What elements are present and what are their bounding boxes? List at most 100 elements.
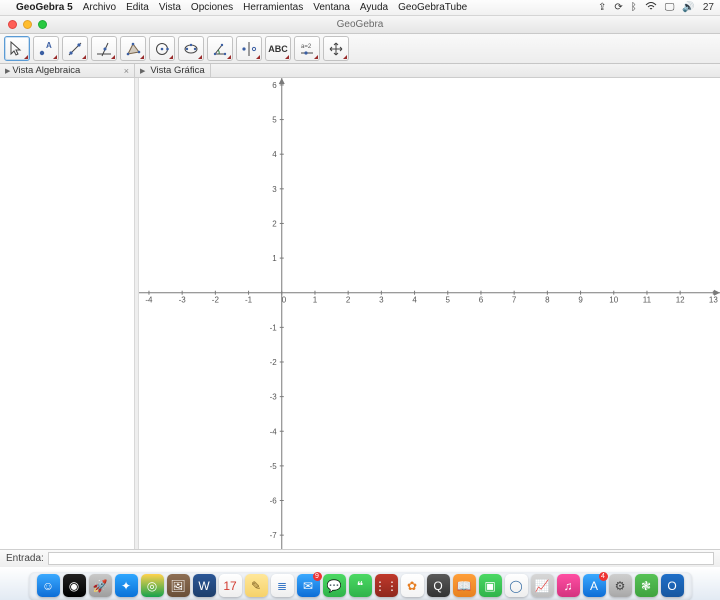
dock-preview[interactable]: 🖼 [167, 574, 190, 597]
dock-activity[interactable]: 📈 [531, 574, 554, 597]
display-icon[interactable]: 🖵 [665, 2, 675, 13]
svg-text:-3: -3 [179, 296, 187, 305]
svg-text:6: 6 [479, 296, 484, 305]
dock-wechat[interactable]: ❝ [349, 574, 372, 597]
dock-finder[interactable]: ☺ [37, 574, 60, 597]
svg-text:1: 1 [272, 254, 277, 263]
line-tool[interactable] [62, 36, 88, 61]
geogebra-toolbar: A ABC a=2 [0, 34, 720, 64]
reflect-tool[interactable] [236, 36, 262, 61]
dock-evernote[interactable]: ❃ [635, 574, 658, 597]
menu-ventana[interactable]: Ventana [313, 2, 350, 13]
svg-text:1: 1 [313, 296, 318, 305]
svg-text:2: 2 [272, 219, 277, 228]
dock-appstore[interactable]: A [583, 574, 606, 597]
svg-text:a=2: a=2 [301, 44, 312, 50]
svg-text:3: 3 [379, 296, 384, 305]
text-tool[interactable]: ABC [265, 36, 291, 61]
polygon-tool[interactable] [120, 36, 146, 61]
slider-tool[interactable]: a=2 [294, 36, 320, 61]
svg-text:-6: -6 [270, 497, 278, 506]
svg-text:-3: -3 [270, 393, 278, 402]
svg-text:-2: -2 [270, 358, 278, 367]
svg-text:0: 0 [282, 296, 287, 305]
svg-text:8: 8 [545, 296, 550, 305]
dock-calendar[interactable]: 17 [219, 574, 242, 597]
dock-tiles[interactable]: ⋮⋮ [375, 574, 398, 597]
dock-mail[interactable]: ✉ [297, 574, 320, 597]
dock-photos[interactable]: ✿ [401, 574, 424, 597]
app-name[interactable]: GeoGebra 5 [16, 2, 73, 13]
svg-text:-1: -1 [245, 296, 253, 305]
dock-launchpad[interactable]: 🚀 [89, 574, 112, 597]
svg-text:-1: -1 [270, 323, 278, 332]
move-tool[interactable] [4, 36, 30, 61]
svg-text:2: 2 [346, 296, 351, 305]
svg-text:-7: -7 [270, 531, 278, 540]
close-algebra-view-button[interactable]: × [124, 66, 129, 76]
perpendicular-tool[interactable] [91, 36, 117, 61]
dock-reminders[interactable]: ≣ [271, 574, 294, 597]
window-zoom-button[interactable] [38, 20, 47, 29]
dock-safari[interactable]: ✦ [115, 574, 138, 597]
algebra-view[interactable] [0, 78, 135, 549]
clock[interactable]: 27 [703, 2, 714, 13]
dock-area: ☺◉🚀✦◎🖼W17✎≣✉💬❝⋮⋮✿Q📖▣◯📈♫A⚙❃O [0, 567, 720, 600]
dock-siri[interactable]: ◉ [63, 574, 86, 597]
svg-text:4: 4 [412, 296, 417, 305]
svg-text:5: 5 [446, 296, 451, 305]
volume-icon[interactable]: 🔊 [682, 2, 694, 13]
svg-text:-5: -5 [270, 462, 278, 471]
dock: ☺◉🚀✦◎🖼W17✎≣✉💬❝⋮⋮✿Q📖▣◯📈♫A⚙❃O [29, 572, 692, 600]
dock-word[interactable]: W [193, 574, 216, 597]
graph-view-header[interactable]: ▶Vista Gráfica [135, 64, 211, 77]
svg-text:-4: -4 [270, 427, 278, 436]
svg-text:7: 7 [512, 296, 517, 305]
dock-ibooks[interactable]: 📖 [453, 574, 476, 597]
dock-messages[interactable]: 💬 [323, 574, 346, 597]
coordinate-plane[interactable]: -4-3-2-1012345678910111213-7-6-5-4-3-2-1… [139, 78, 720, 549]
window-minimize-button[interactable] [23, 20, 32, 29]
algebra-view-header[interactable]: ▶Vista Algebraica × [0, 64, 135, 77]
point-tool[interactable]: A [33, 36, 59, 61]
input-field[interactable] [48, 552, 714, 565]
dock-quicktime[interactable]: Q [427, 574, 450, 597]
sync-icon[interactable]: ⟳ [614, 2, 622, 13]
svg-text:-4: -4 [145, 296, 153, 305]
dock-prefs[interactable]: ⚙ [609, 574, 632, 597]
svg-text:6: 6 [272, 81, 277, 90]
dock-notes[interactable]: ✎ [245, 574, 268, 597]
move-view-tool[interactable] [323, 36, 349, 61]
window-close-button[interactable] [8, 20, 17, 29]
menu-ayuda[interactable]: Ayuda [360, 2, 388, 13]
angle-tool[interactable] [207, 36, 233, 61]
svg-text:4: 4 [272, 150, 277, 159]
menu-archivo[interactable]: Archivo [83, 2, 116, 13]
ellipse-tool[interactable] [178, 36, 204, 61]
dock-chrome[interactable]: ◎ [141, 574, 164, 597]
menu-opciones[interactable]: Opciones [191, 2, 233, 13]
svg-text:3: 3 [272, 185, 277, 194]
dropbox-icon[interactable]: ⇪ [598, 2, 606, 13]
dock-itunes[interactable]: ♫ [557, 574, 580, 597]
menu-herramientas[interactable]: Herramientas [243, 2, 303, 13]
dock-geogebra[interactable]: ◯ [505, 574, 528, 597]
menu-geogebratube[interactable]: GeoGebraTube [398, 2, 467, 13]
input-label: Entrada: [6, 553, 44, 564]
dock-facetime[interactable]: ▣ [479, 574, 502, 597]
svg-text:11: 11 [643, 296, 652, 305]
view-header-bar: ▶Vista Algebraica × ▶Vista Gráfica [0, 64, 720, 78]
graph-view[interactable]: -4-3-2-1012345678910111213-7-6-5-4-3-2-1… [139, 78, 720, 549]
svg-text:-2: -2 [212, 296, 220, 305]
wifi-icon[interactable] [645, 2, 657, 14]
bluetooth-icon[interactable]: ᛒ [631, 2, 637, 13]
expand-icon: ▶ [140, 67, 145, 75]
svg-text:12: 12 [676, 296, 685, 305]
menu-edita[interactable]: Edita [126, 2, 149, 13]
system-menubar: GeoGebra 5 Archivo Edita Vista Opciones … [0, 0, 720, 16]
dock-outlook[interactable]: O [661, 574, 684, 597]
workspace: -4-3-2-1012345678910111213-7-6-5-4-3-2-1… [0, 78, 720, 549]
menu-vista[interactable]: Vista [159, 2, 181, 13]
circle-tool[interactable] [149, 36, 175, 61]
window-titlebar: GeoGebra [0, 16, 720, 34]
